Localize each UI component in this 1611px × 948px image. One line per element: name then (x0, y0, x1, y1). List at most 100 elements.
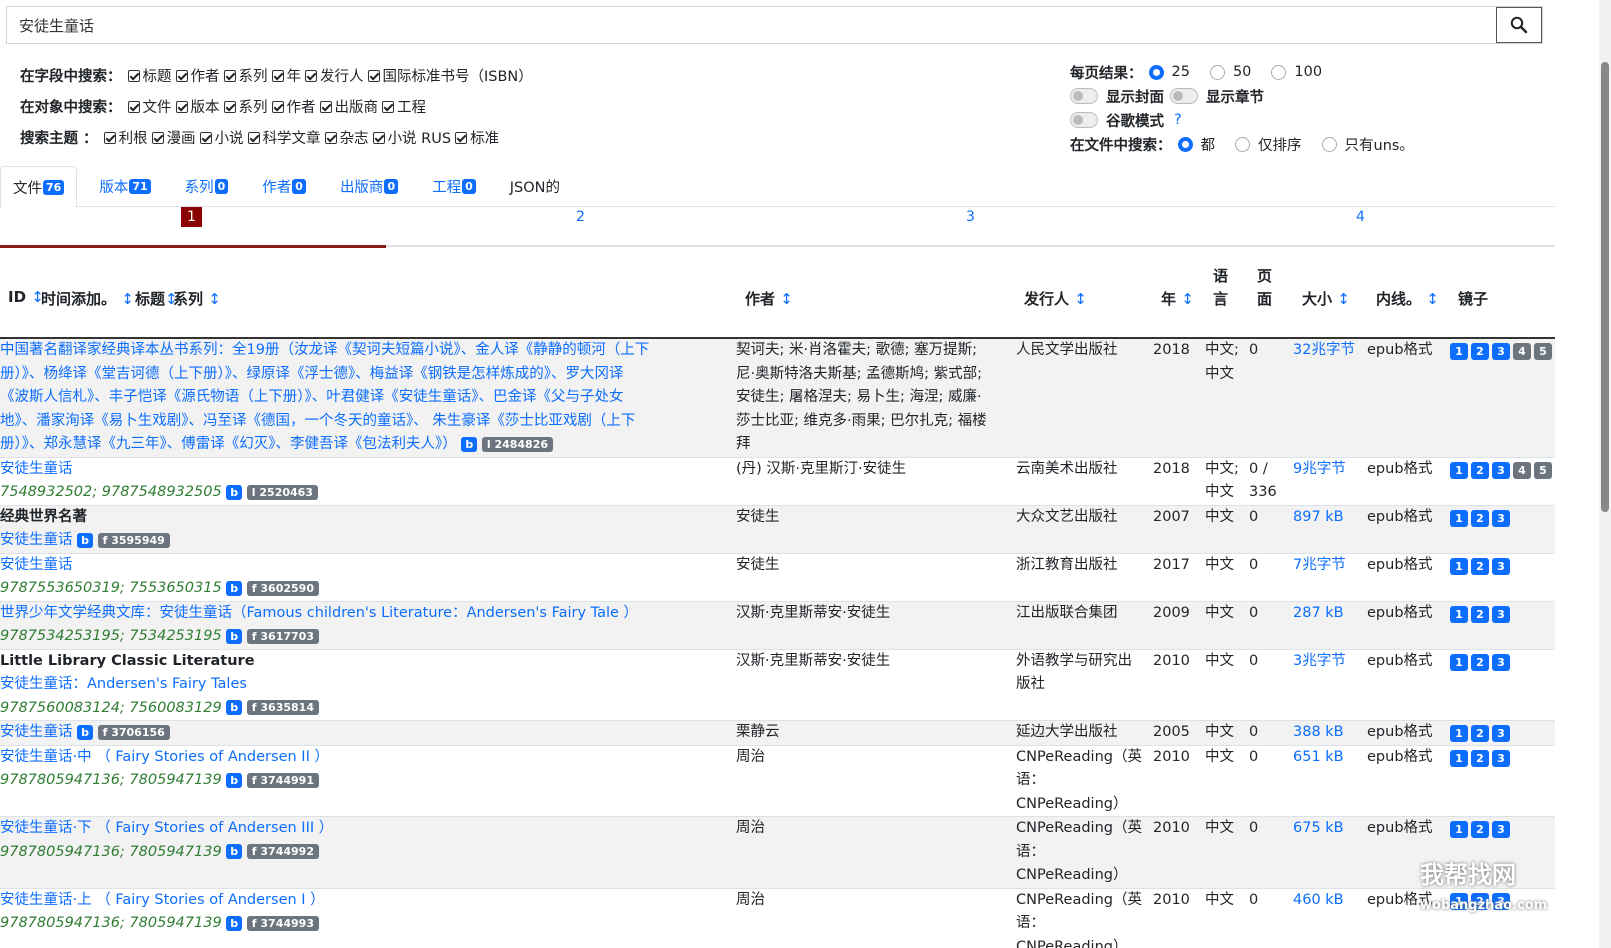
scrollbar-thumb[interactable] (1601, 62, 1609, 512)
topics-checkbox[interactable]: 科学文章 (247, 127, 321, 148)
checkbox-box[interactable] (103, 131, 116, 144)
mirror-link[interactable]: 1 (1450, 749, 1468, 767)
title-link[interactable]: 地》、潘家洵译《易卜生戏剧》、冯至译《德国，一个冬天的童话》、 朱生豪译《莎士比… (0, 410, 725, 434)
checkbox-box[interactable] (455, 131, 468, 144)
search-input[interactable] (7, 7, 1496, 43)
search-in-files-radio-sorted[interactable]: 仅排序 (1235, 134, 1302, 155)
b-badge[interactable]: b (226, 484, 243, 500)
topics-checkbox[interactable]: 杂志 (324, 127, 369, 148)
topics-checkbox[interactable]: 漫画 (151, 127, 196, 148)
fields-checkbox[interactable]: 年 (271, 65, 301, 86)
header-time-added[interactable]: 时间添加。 ↕ (41, 288, 134, 309)
per-page-radio-100[interactable]: 100 (1271, 64, 1322, 80)
checkbox-box[interactable] (305, 69, 317, 82)
checkbox-box[interactable] (382, 100, 394, 113)
mirror-link[interactable]: 4 (1513, 461, 1531, 479)
objects-checkbox[interactable]: 文件 (127, 96, 172, 117)
b-badge[interactable]: b (77, 532, 93, 548)
tab-1[interactable]: 版本 71 (87, 166, 162, 207)
title-link[interactable]: 安徒生童话·中 （ Fairy Stories of Andersen II ） (0, 746, 725, 770)
mirror-link[interactable]: 2 (1471, 557, 1489, 575)
checkbox-box[interactable] (127, 100, 140, 113)
checkbox-box[interactable] (367, 69, 380, 82)
mirror-link[interactable]: 3 (1492, 605, 1510, 623)
mirror-link[interactable]: 3 (1492, 653, 1510, 671)
title-link[interactable]: 《波斯人信札》、丰子恺译《源氏物语（上下册）》、叶君健译《安徒生童话》、巴金译《… (0, 386, 725, 410)
mirror-link[interactable]: 4 (1513, 343, 1531, 360)
page-1[interactable]: 1 (181, 207, 202, 227)
size-cell[interactable]: 897 kB (1293, 506, 1344, 530)
header-series[interactable]: 系列 ↕ (173, 288, 221, 309)
checkbox-box[interactable] (175, 69, 188, 82)
mirror-link[interactable]: 1 (1450, 653, 1468, 671)
fields-checkbox[interactable]: 国际标准书号（ISBN） (367, 65, 533, 86)
mirror-link[interactable]: 1 (1450, 557, 1468, 575)
google-mode-toggle[interactable] (1070, 112, 1098, 128)
title-link[interactable]: 安徒生童话·下 （ Fairy Stories of Andersen III … (0, 817, 725, 841)
tab-3[interactable]: 作者 0 (250, 166, 318, 207)
b-badge[interactable]: b (226, 844, 243, 859)
topics-checkbox[interactable]: 小说 (199, 127, 244, 148)
radio-circle[interactable] (1321, 136, 1337, 152)
mirror-link[interactable]: 3 (1492, 725, 1510, 742)
vertical-scrollbar[interactable] (1599, 0, 1611, 948)
tab-0[interactable]: 文件 76 (0, 166, 78, 208)
mirror-link[interactable]: 1 (1450, 725, 1468, 742)
title-link[interactable]: 安徒生童话：Andersen's Fairy Tales (0, 673, 725, 697)
radio-circle[interactable] (1177, 136, 1193, 152)
mirror-link[interactable]: 5 (1534, 461, 1552, 479)
mirror-link[interactable]: 1 (1450, 605, 1468, 623)
checkbox-box[interactable] (271, 100, 284, 113)
radio-circle[interactable] (1148, 64, 1164, 80)
header-extension[interactable]: 内线。 ↕ (1376, 288, 1439, 309)
search-in-files-radio-unsorted[interactable]: 只有uns。 (1321, 134, 1414, 155)
tab-4[interactable]: 出版商 0 (328, 166, 410, 207)
fields-checkbox[interactable]: 标题 (127, 65, 172, 86)
b-badge[interactable]: b (226, 772, 243, 788)
search-in-files-radio-all[interactable]: 都 (1177, 134, 1215, 155)
title-link[interactable]: 册）》、郑永慧译《九三年》、傅雷译《幻灭》、李健吾译《包法利夫人》） b l 2… (0, 433, 725, 457)
mirror-link[interactable]: 2 (1471, 509, 1489, 527)
checkbox-box[interactable] (223, 69, 236, 82)
checkbox-box[interactable] (319, 100, 332, 113)
title-link[interactable]: 中国著名翻译家经典译本丛书系列：全19册（汝龙译《契诃夫短篇小说》、金人译《静静… (0, 339, 725, 363)
checkbox-box[interactable] (247, 131, 260, 144)
size-cell[interactable]: 388 kB (1293, 721, 1344, 745)
objects-checkbox[interactable]: 出版商 (319, 96, 378, 117)
b-badge[interactable]: b (461, 436, 478, 452)
mirror-link[interactable]: 3 (1492, 557, 1510, 575)
mirror-link[interactable]: 2 (1471, 653, 1489, 671)
b-badge[interactable]: b (226, 580, 243, 596)
mirror-link[interactable]: 1 (1450, 509, 1468, 527)
b-badge[interactable]: b (226, 628, 243, 644)
b-badge[interactable]: b (226, 915, 243, 931)
topics-checkbox[interactable]: 标准 (455, 127, 499, 148)
objects-checkbox[interactable]: 版本 (175, 96, 220, 117)
page-2[interactable]: 2 (576, 209, 585, 225)
mirror-link[interactable]: 1 (1450, 343, 1468, 360)
per-page-radio-50[interactable]: 50 (1209, 64, 1251, 80)
checkbox-box[interactable] (127, 69, 140, 82)
checkbox-box[interactable] (372, 131, 385, 144)
mirror-link[interactable]: 3 (1492, 821, 1510, 838)
title-link[interactable]: 安徒生童话 (0, 458, 725, 482)
size-cell[interactable]: 7兆字节 (1293, 554, 1346, 578)
search-button[interactable] (1496, 7, 1542, 43)
page-3[interactable]: 3 (966, 209, 975, 225)
fields-checkbox[interactable]: 作者 (175, 65, 220, 86)
mirror-link[interactable]: 2 (1471, 725, 1489, 742)
show-chapters-toggle[interactable] (1170, 88, 1198, 104)
header-size[interactable]: 大小 ↕ (1302, 288, 1350, 309)
checkbox-box[interactable] (151, 131, 164, 144)
mirror-link[interactable]: 1 (1450, 821, 1468, 838)
title-link[interactable]: 安徒生童话·上 （ Fairy Stories of Andersen I ） (0, 889, 725, 913)
objects-checkbox[interactable]: 工程 (382, 96, 426, 117)
size-cell[interactable]: 32兆字节 (1293, 339, 1355, 363)
radio-circle[interactable] (1235, 136, 1250, 152)
checkbox-box[interactable] (324, 131, 337, 144)
header-id[interactable]: ID ↕ (8, 288, 44, 306)
mirror-link[interactable]: 3 (1492, 749, 1510, 767)
checkbox-box[interactable] (271, 69, 284, 82)
title-link[interactable]: 世界少年文学经典文库：安徒生童话（Famous children's Liter… (0, 602, 725, 626)
tab-5[interactable]: 工程 0 (420, 166, 488, 207)
